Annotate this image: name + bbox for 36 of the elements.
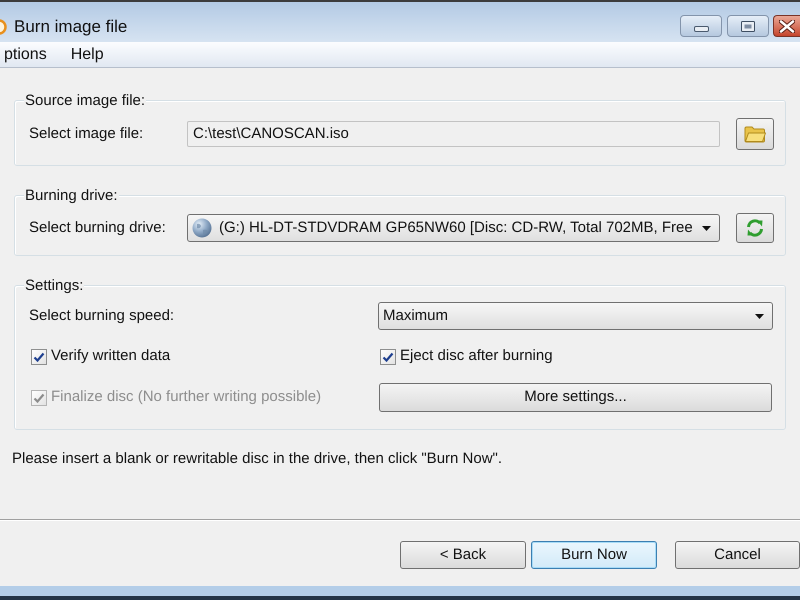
globe-icon: [192, 218, 212, 238]
image-path-field[interactable]: C:\test\CANOSCAN.iso: [187, 121, 720, 147]
caret-icon: [702, 226, 711, 230]
minimize-icon: [694, 26, 708, 32]
checkbox-label: Verify written data: [51, 346, 170, 366]
group-label: Burning drive:: [24, 187, 119, 205]
close-icon: [779, 20, 795, 32]
group-label: Source image file:: [24, 92, 146, 110]
menu-item[interactable]: Help: [66, 44, 108, 64]
checkbox[interactable]: [380, 348, 396, 364]
refresh-button[interactable]: [736, 213, 774, 243]
speed-dropdown[interactable]: Maximum: [378, 302, 773, 330]
checkbox-label: Finalize disc (No further writing possible): [51, 387, 322, 408]
folder-icon: [744, 125, 766, 143]
refresh-icon: [745, 218, 765, 238]
field-label: Select burning drive:: [29, 218, 167, 238]
checkbox[interactable]: [31, 348, 47, 364]
checkbox-label: Eject disc after burning: [400, 346, 553, 366]
ring-icon: [0, 19, 7, 35]
dialog-button[interactable]: Cancel: [675, 541, 800, 569]
menu-item[interactable]: ptions: [0, 44, 51, 64]
caret-icon: [755, 314, 764, 318]
close-button[interactable]: [773, 15, 800, 37]
more-settings-button[interactable]: More settings...: [379, 383, 772, 412]
field-label: Select burning speed:: [29, 306, 176, 326]
window-title: Burn image file: [14, 16, 128, 38]
instruction-text: Please insert a blank or rewritable disc in the drive, then click "Burn Now".: [12, 450, 502, 468]
dialog-button[interactable]: Burn Now: [531, 541, 657, 569]
field-label: Select image file:: [29, 124, 144, 144]
dialog-button[interactable]: < Back: [400, 541, 526, 569]
minimize-button[interactable]: [680, 15, 722, 37]
group-label: Settings:: [24, 277, 84, 295]
browse-button[interactable]: [736, 118, 774, 150]
drive-dropdown[interactable]: (G:) HL-DT-STDVDRAM GP65NW60 [Disc: CD-RW, Total 702MB, Free: [187, 214, 720, 242]
maximize-icon: [741, 20, 755, 32]
maximize-button[interactable]: [727, 15, 769, 37]
